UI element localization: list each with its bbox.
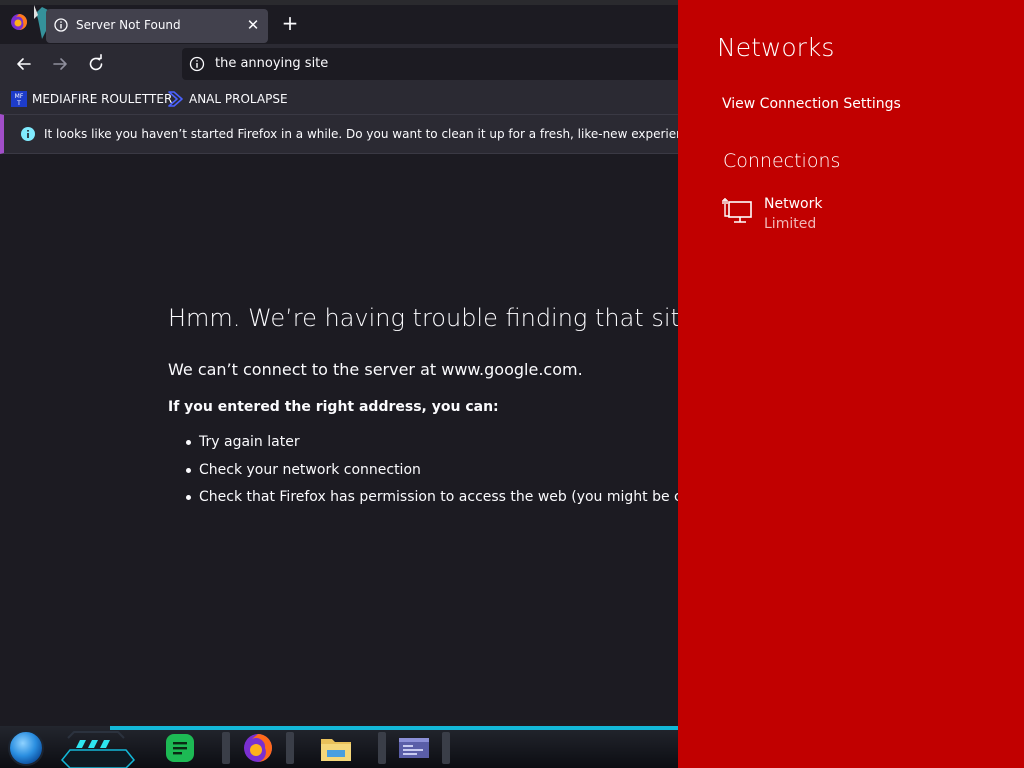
- svg-text:T: T: [16, 100, 21, 107]
- list-item: Check that Firefox has permission to acc…: [168, 486, 678, 514]
- tab-strip: Server Not Found ✕ +: [0, 0, 678, 44]
- ethernet-icon: [722, 198, 752, 223]
- connections-heading: Connections: [723, 150, 841, 172]
- refresh-firefox-notification: It looks like you haven’t started Firefo…: [0, 114, 678, 154]
- firefox-window: Server Not Found ✕ + the annoying site M…: [0, 0, 678, 726]
- error-suggestions-list: Try again later Check your network conne…: [168, 431, 678, 514]
- error-page: Hmm. We’re having trouble finding that s…: [0, 154, 678, 726]
- mediafire-icon: MF T: [11, 91, 27, 107]
- firefox-logo-icon[interactable]: [10, 13, 28, 31]
- firefox-icon[interactable]: [240, 730, 276, 766]
- error-description: We can’t connect to the server at www.go…: [168, 360, 583, 379]
- taskbar: [0, 726, 678, 768]
- reload-button[interactable]: [85, 53, 107, 75]
- info-icon[interactable]: [189, 56, 205, 72]
- network-name: Network: [764, 196, 823, 212]
- decorative-hex-icon: [60, 731, 136, 768]
- plus-icon: +: [281, 11, 299, 35]
- bookmark-anal-prolapse[interactable]: ANAL PROLAPSE: [168, 89, 288, 109]
- svg-text:MF: MF: [15, 93, 24, 100]
- bookmark-chevron-icon: [168, 91, 183, 107]
- docs-icon[interactable]: [162, 730, 198, 766]
- flyout-title: Networks: [717, 33, 835, 62]
- tab-title: Server Not Found: [76, 18, 181, 32]
- info-icon: [21, 127, 35, 141]
- tab-server-not-found[interactable]: Server Not Found ✕: [46, 9, 268, 43]
- view-connection-settings-link[interactable]: View Connection Settings: [722, 96, 901, 112]
- taskbar-separator: [222, 732, 230, 764]
- bookmark-mediafire-rouletter[interactable]: MF T MEDIAFIRE ROULETTER: [11, 89, 172, 109]
- info-icon: [54, 18, 68, 32]
- network-connection-item[interactable]: Network Limited: [722, 194, 982, 238]
- bookmark-label: MEDIAFIRE ROULETTER: [32, 92, 173, 106]
- url-input[interactable]: the annoying site: [215, 56, 328, 71]
- window-icon[interactable]: [396, 730, 432, 766]
- decorative-pills-icon: [76, 740, 110, 748]
- error-title: Hmm. We’re having trouble finding that s…: [168, 304, 678, 332]
- start-orb-icon[interactable]: [8, 730, 44, 766]
- new-tab-button[interactable]: +: [279, 12, 301, 34]
- list-item: Check your network connection: [168, 459, 678, 487]
- error-suggestions-heading: If you entered the right address, you ca…: [168, 399, 499, 415]
- folder-icon[interactable]: [318, 730, 354, 766]
- taskbar-separator: [378, 732, 386, 764]
- networks-flyout: Networks View Connection Settings Connec…: [678, 0, 1024, 768]
- notification-text: It looks like you haven’t started Firefo…: [44, 127, 678, 141]
- taskbar-separator: [442, 732, 450, 764]
- close-icon[interactable]: ✕: [245, 17, 261, 33]
- taskbar-separator: [286, 732, 294, 764]
- navigation-toolbar: the annoying site: [0, 44, 678, 84]
- forward-button[interactable]: [49, 53, 71, 75]
- bookmarks-toolbar: MF T MEDIAFIRE ROULETTER ANAL PROLAPSE: [0, 84, 678, 114]
- url-bar[interactable]: the annoying site: [182, 48, 678, 80]
- network-status: Limited: [764, 216, 817, 232]
- list-item: Try again later: [168, 431, 678, 459]
- bookmark-label: ANAL PROLAPSE: [189, 92, 288, 106]
- back-button[interactable]: [13, 53, 35, 75]
